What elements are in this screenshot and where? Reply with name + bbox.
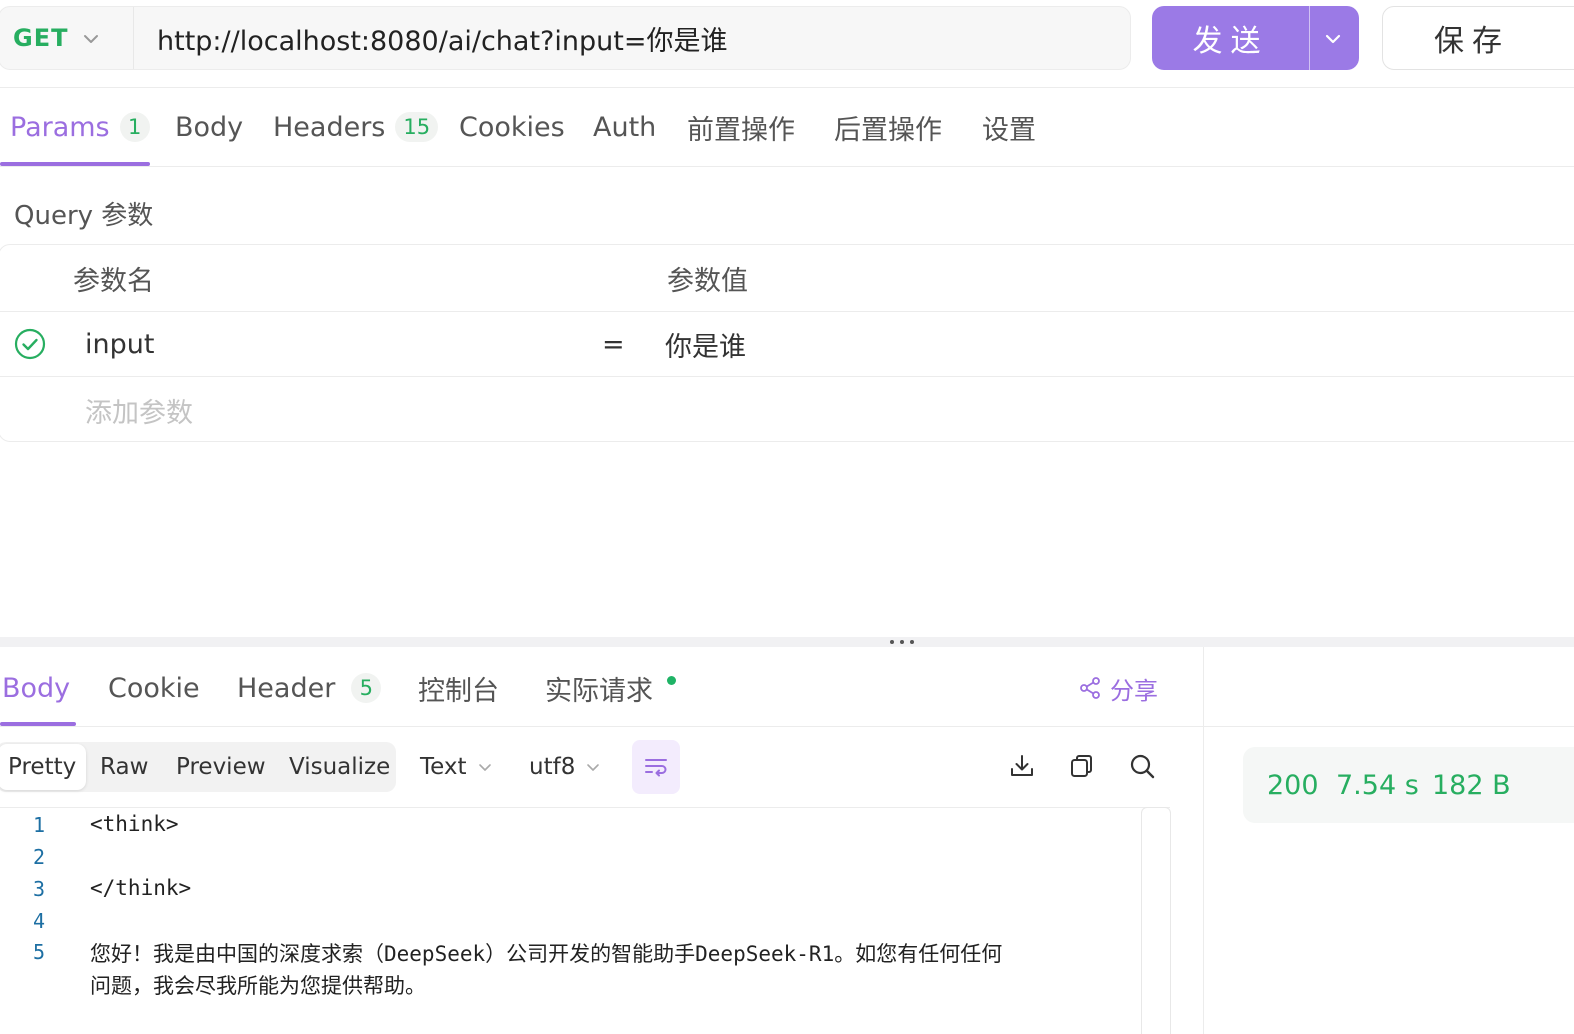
tab-label: Header	[237, 672, 336, 704]
line-number: 3	[32, 877, 46, 901]
divider	[0, 376, 1574, 377]
tab-label: Auth	[593, 111, 657, 143]
chevron-down-icon	[478, 764, 491, 771]
code-line: </think>	[90, 876, 192, 900]
response-stats: 200 7.54 s 182 B	[1243, 747, 1574, 823]
chevron-down-icon	[587, 764, 600, 771]
tab-response-body[interactable]: Body	[2, 650, 70, 726]
code-line: 您好！我是由中国的深度求索（DeepSeek）公司开发的智能助手DeepSeek…	[90, 942, 1003, 966]
count-badge: 15	[395, 112, 439, 142]
tab-headers[interactable]: Headers 15	[273, 88, 439, 166]
line-number: 5	[32, 940, 46, 964]
tab-response-header[interactable]: Header 5	[237, 650, 382, 726]
drag-handle-icon[interactable]	[890, 637, 914, 647]
tab-label: Cookie	[108, 672, 200, 704]
format-select[interactable]: Text	[420, 742, 493, 792]
chevron-down-icon[interactable]	[81, 29, 101, 49]
tab-settings[interactable]: 设置	[982, 88, 1036, 166]
share-label: 分享	[1110, 676, 1158, 705]
divider	[0, 166, 1574, 167]
tab-body[interactable]: Body	[175, 88, 243, 166]
download-icon[interactable]	[1008, 752, 1036, 780]
tab-label: 实际请求	[545, 675, 653, 707]
copy-icon[interactable]	[1068, 752, 1096, 780]
tab-post-request[interactable]: 后置操作	[834, 88, 942, 166]
divider	[133, 7, 134, 69]
tab-label: Headers	[273, 111, 386, 143]
tab-label: 后置操作	[834, 114, 942, 146]
param-operator: =	[602, 328, 625, 360]
share-icon	[1080, 677, 1100, 699]
view-mode-pretty[interactable]: Pretty	[0, 744, 87, 790]
divider	[0, 311, 1574, 312]
request-tabs: Params 1 Body Headers 15 Cookies Auth 前置…	[0, 88, 1574, 166]
wrap-text-icon	[645, 759, 667, 777]
line-number: 1	[32, 813, 46, 837]
status-code: 200	[1267, 769, 1319, 801]
count-badge: 1	[119, 112, 150, 142]
divider	[1203, 647, 1204, 1034]
tab-label: 前置操作	[687, 114, 795, 146]
tab-response-cookie[interactable]: Cookie	[108, 650, 200, 726]
tab-auth[interactable]: Auth	[593, 88, 656, 166]
view-mode-raw[interactable]: Raw	[100, 742, 148, 792]
encoding-select[interactable]: utf8	[529, 742, 601, 792]
column-header-name: 参数名	[73, 265, 154, 297]
tab-cookies[interactable]: Cookies	[459, 88, 565, 166]
param-name-input[interactable]: input	[85, 312, 154, 376]
section-title: Query 参数	[14, 201, 154, 231]
divider	[0, 726, 1203, 727]
code-line: <think>	[90, 812, 179, 836]
line-number: 4	[32, 909, 46, 933]
send-button[interactable]: 发送	[1152, 6, 1359, 70]
tab-params[interactable]: Params 1	[10, 88, 150, 166]
word-wrap-button[interactable]	[632, 740, 680, 794]
count-badge: 5	[351, 673, 382, 703]
tab-actual-request[interactable]: 实际请求	[545, 650, 676, 726]
search-icon[interactable]	[1128, 752, 1156, 780]
encoding-label: utf8	[529, 754, 576, 780]
tab-label: Body	[175, 111, 244, 143]
tab-console[interactable]: 控制台	[418, 650, 499, 726]
view-mode-preview[interactable]: Preview	[176, 742, 266, 792]
column-header-value: 参数值	[667, 265, 748, 297]
params-table: 参数名 参数值 input = 你是谁 添加参数	[0, 244, 1574, 442]
code-line: 问题，我会尽我所能为您提供帮助。	[90, 974, 426, 998]
status-dot	[667, 675, 676, 685]
param-value-input[interactable]: 你是谁	[665, 312, 746, 376]
view-mode-switch: Pretty Raw Preview Visualize	[0, 742, 396, 792]
chevron-down-icon[interactable]	[1322, 28, 1344, 50]
divider	[1309, 6, 1310, 70]
line-number: 2	[32, 845, 46, 869]
tab-label: Body	[2, 672, 71, 704]
response-time: 7.54 s	[1336, 769, 1419, 801]
add-param-input[interactable]: 添加参数	[85, 378, 193, 442]
tab-pre-request[interactable]: 前置操作	[687, 88, 795, 166]
format-label: Text	[420, 754, 467, 780]
tab-label: 设置	[982, 114, 1036, 146]
url-input[interactable]: http://localhost:8080/ai/chat?input=你是谁	[157, 7, 727, 69]
method-select[interactable]: GET	[13, 7, 68, 69]
save-button[interactable]: 保存	[1382, 6, 1574, 70]
divider	[0, 807, 1170, 808]
tab-label: Cookies	[459, 111, 565, 143]
check-circle-icon[interactable]	[14, 328, 46, 360]
response-size: 182 B	[1432, 769, 1511, 801]
send-button-label[interactable]: 发送	[1152, 6, 1309, 70]
tab-label: Params	[10, 111, 110, 143]
view-mode-visualize[interactable]: Visualize	[289, 742, 390, 792]
scrollbar[interactable]	[1141, 807, 1171, 1034]
share-button[interactable]: 分享	[1078, 650, 1158, 726]
divider	[1204, 726, 1574, 727]
url-bar: GET http://localhost:8080/ai/chat?input=…	[0, 6, 1131, 70]
panel-splitter[interactable]	[0, 637, 1574, 647]
tab-label: 控制台	[418, 675, 499, 707]
